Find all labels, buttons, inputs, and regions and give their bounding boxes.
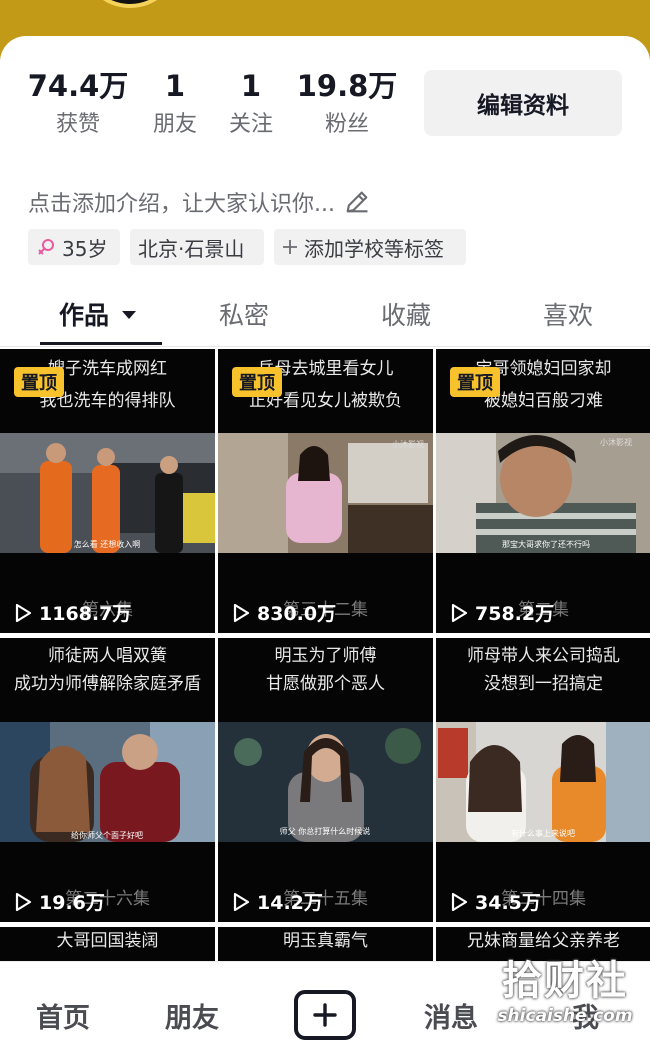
stat-fans-label: 粉丝 [324, 112, 369, 137]
site-watermark-en: shicaishe.com [497, 1006, 633, 1026]
play-count-value: 758.2万 [475, 603, 555, 625]
video-thumbnail: 小沐影视 那宝大哥求你了还不行吗 [436, 433, 650, 553]
video-card[interactable]: 明玉为了师傅 甘愿做那个恶人 师父 你总打算什么时候说 第二十五集 14.2万 [218, 638, 433, 922]
divider [0, 346, 650, 347]
avatar[interactable] [80, 0, 180, 8]
tab-likes[interactable]: 喜欢 [514, 292, 622, 336]
play-count-value: 34.5万 [475, 892, 541, 914]
stat-friends-label: 朋友 [152, 112, 197, 137]
video-caption-line: 没想到一招搞定 [484, 674, 603, 694]
video-caption-line: 师母带人来公司捣乱 [467, 646, 620, 666]
tab-collections[interactable]: 收藏 [352, 292, 460, 336]
nav-friends[interactable]: 朋友 [165, 996, 219, 1035]
tab-private[interactable]: 私密 [190, 292, 298, 336]
site-watermark: 拾财社 shicaishe.com [480, 956, 650, 1026]
channel-watermark: 小沐影视 [392, 439, 424, 449]
pinned-badge: 置顶 [450, 367, 500, 397]
bio[interactable]: 点击添加介绍，让大家认识你... [28, 186, 371, 218]
nav-home[interactable]: 首页 [36, 996, 90, 1035]
video-caption-line: 甘愿做那个恶人 [266, 674, 385, 694]
video-subtitle: 那宝大哥求你了还不行吗 [502, 539, 590, 549]
tag-age: 35岁 [28, 229, 120, 265]
video-caption-line: 明玉真霸气 [283, 931, 368, 951]
edit-profile-button[interactable]: 编辑资料 [424, 70, 622, 136]
site-watermark-cn: 拾财社 [502, 958, 628, 1004]
play-icon [451, 603, 468, 622]
play-count: 34.5万 [448, 888, 541, 915]
video-caption-line: 兄妹商量给父亲养老 [467, 931, 620, 951]
pencil-icon [346, 191, 368, 213]
play-count: 830.0万 [230, 599, 336, 626]
play-icon [233, 603, 250, 622]
video-subtitle: 给你师父个面子好吧 [71, 830, 143, 840]
video-card[interactable]: 明玉真霸气 [218, 927, 433, 961]
tab-works[interactable]: 作品 [40, 292, 160, 336]
stat-fans-value: 19.8万 [296, 69, 398, 103]
tag-location: 北京·石景山 [130, 229, 264, 265]
female-icon [38, 239, 54, 255]
caret-down-icon [122, 311, 136, 319]
play-count: 758.2万 [448, 599, 554, 626]
video-subtitle: 有什么事上来说吧 [511, 828, 575, 838]
video-card[interactable]: 师徒两人唱双簧 成功为师傅解除家庭矛盾 给你师父个面子好吧 第二十六集 19.6… [0, 638, 215, 922]
video-thumbnail: 师父 你总打算什么时候说 [218, 722, 433, 842]
stat-following-label: 关注 [228, 112, 273, 137]
create-post-button[interactable] [294, 990, 356, 1040]
play-count-value: 1168.7万 [39, 603, 132, 625]
video-grid: 嫂子洗车成网红 我也洗车的得排队 怎么看 还想收入啊 置顶 第六集 1168.7… [0, 349, 650, 961]
video-thumbnail: 给你师父个面子好吧 [0, 722, 215, 842]
video-thumbnail: 有什么事上来说吧 [436, 722, 650, 842]
stat-fans[interactable]: 19.8万 粉丝 [296, 68, 398, 142]
play-count-value: 830.0万 [257, 603, 337, 625]
play-icon [451, 892, 468, 911]
video-subtitle: 怎么看 还想收入啊 [74, 539, 141, 549]
stat-likes-label: 获赞 [55, 112, 100, 137]
pinned-badge: 置顶 [14, 367, 64, 397]
stat-friends-value: 1 [164, 69, 186, 103]
nav-messages[interactable]: 消息 [424, 996, 478, 1035]
video-card[interactable]: 岳母去城里看女儿 正好看见女儿被欺负 小沐影视 置顶 第三十二集 830.0万 [218, 349, 433, 633]
play-count-value: 19.6万 [39, 892, 105, 914]
play-icon [15, 603, 32, 622]
pinned-badge: 置顶 [232, 367, 282, 397]
video-card[interactable]: 宝哥领媳妇回家却 被媳妇百般刁难 小沐影视 那宝大哥求你了还不行吗 置顶 第二集… [436, 349, 650, 633]
play-count: 1168.7万 [12, 599, 131, 626]
stat-following[interactable]: 1 关注 [218, 68, 284, 142]
video-caption-line: 师徒两人唱双簧 [48, 646, 167, 666]
bio-placeholder: 点击添加介绍，让大家认识你... [28, 192, 335, 217]
play-count: 19.6万 [12, 888, 105, 915]
play-icon [233, 892, 250, 911]
plus-icon [313, 1003, 337, 1027]
active-tab-indicator [40, 342, 162, 345]
video-card[interactable]: 嫂子洗车成网红 我也洗车的得排队 怎么看 还想收入啊 置顶 第六集 1168.7… [0, 349, 215, 633]
channel-watermark: 小沐影视 [600, 437, 632, 447]
tag-age-label: 35岁 [62, 236, 108, 261]
play-count: 14.2万 [230, 888, 323, 915]
stat-following-value: 1 [240, 69, 262, 103]
add-school-tag-label: 添加学校等标签 [304, 236, 444, 261]
play-icon [15, 892, 32, 911]
video-caption-line: 明玉为了师傅 [274, 646, 377, 666]
video-thumbnail: 怎么看 还想收入啊 [0, 433, 215, 553]
video-card[interactable]: 师母带人来公司捣乱 没想到一招搞定 有什么事上来说吧 第二十四集 34.5万 [436, 638, 650, 922]
plus-icon [283, 240, 297, 254]
stat-likes-value: 74.4万 [27, 69, 129, 103]
stat-friends[interactable]: 1 朋友 [142, 68, 208, 142]
stat-likes: 74.4万 获赞 [26, 68, 130, 142]
video-thumbnail: 小沐影视 [218, 433, 433, 553]
video-card[interactable]: 大哥回国装阔 [0, 927, 215, 961]
video-caption-line: 大哥回国装阔 [56, 931, 159, 951]
play-count-value: 14.2万 [257, 892, 323, 914]
video-subtitle: 师父 你总打算什么时候说 [280, 826, 371, 836]
add-school-tag-button[interactable]: 添加学校等标签 [274, 229, 466, 265]
tag-location-label: 北京·石景山 [138, 236, 245, 261]
tab-works-label: 作品 [58, 301, 109, 330]
video-caption-line: 成功为师傅解除家庭矛盾 [14, 674, 201, 694]
